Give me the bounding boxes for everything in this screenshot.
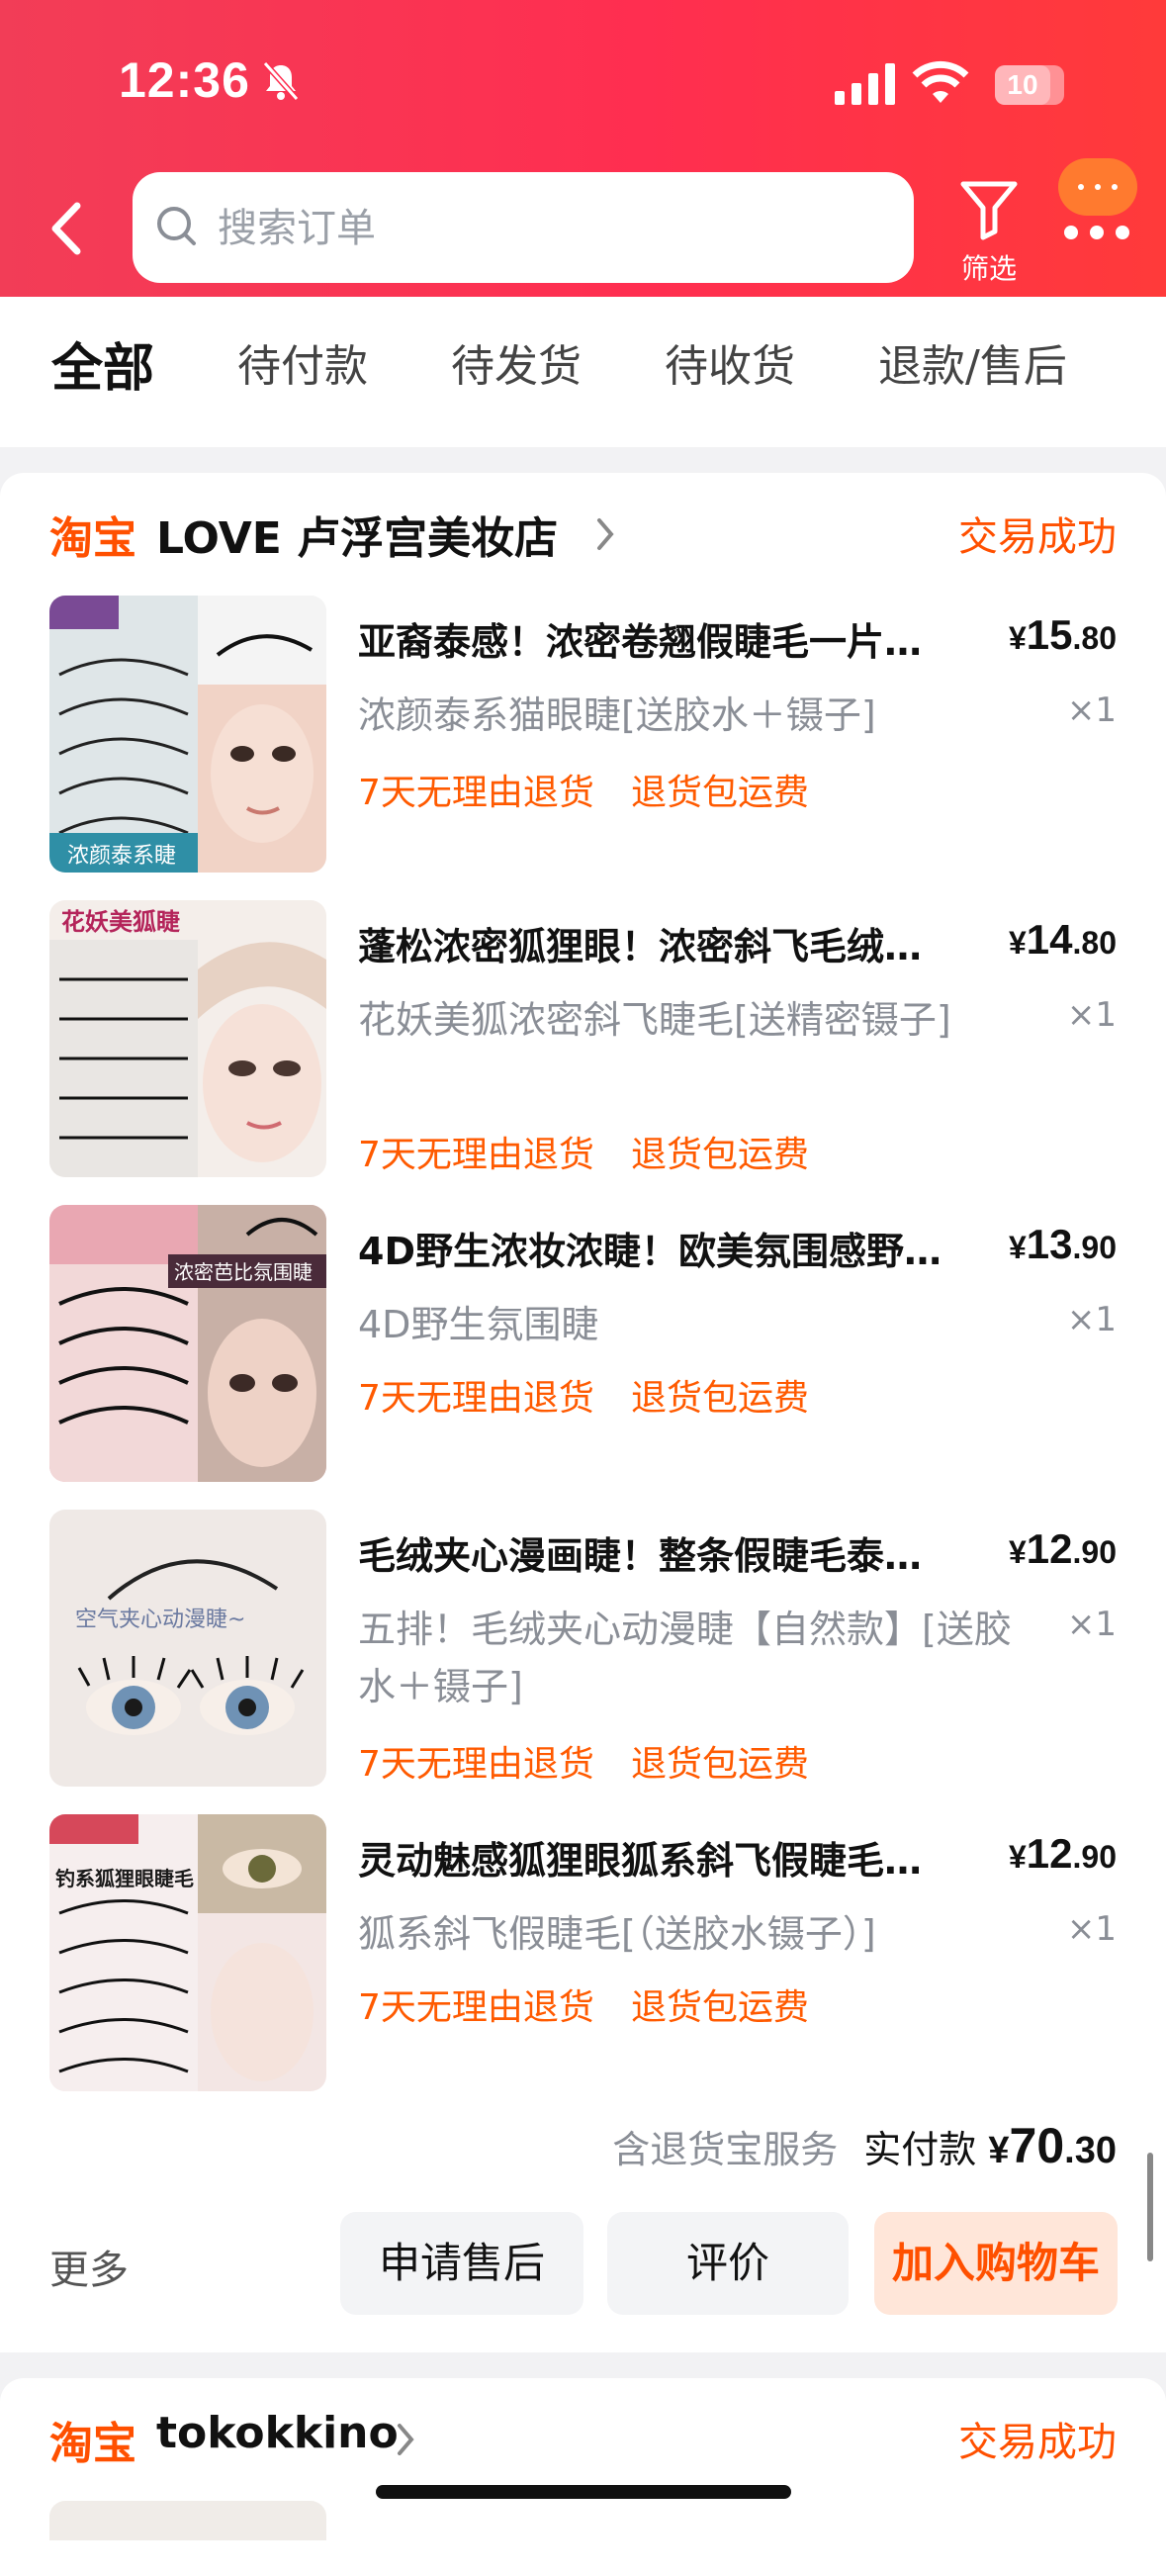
paid-label: 实付款 xyxy=(863,2128,977,2171)
more-actions-link[interactable]: 更多 xyxy=(49,2238,129,2295)
tag-7day-return: 7天无理由退货 xyxy=(358,1744,594,1785)
product-thumbnail: 空气夹心动漫睫~ xyxy=(49,1510,326,1787)
thumb-caption: 花妖美狐睫 xyxy=(61,908,180,936)
product-title: 4D野生浓妆浓睫！欧美氛围感野… xyxy=(358,1230,942,1273)
total-amount: ¥70.30 xyxy=(988,2118,1117,2173)
tab-pending-payment[interactable]: 待付款 xyxy=(237,330,368,394)
thumb-caption: 浓密芭比氛围睫 xyxy=(174,1260,313,1284)
tag-free-return-shipping: 退货包运费 xyxy=(631,1135,810,1175)
product-thumbnail xyxy=(49,2501,326,2540)
tab-all[interactable]: 全部 xyxy=(51,326,154,401)
add-to-cart-button[interactable]: 加入购物车 xyxy=(874,2212,1118,2315)
order-item[interactable]: 花妖美狐睫 蓬松浓密狐狸眼！浓密斜飞毛绒… ¥14.80 花妖美狐浓密斜飞睫毛[… xyxy=(0,900,1166,1187)
search-box[interactable] xyxy=(133,172,914,283)
back-arrow-icon[interactable] xyxy=(40,194,99,263)
product-qty: ×1 xyxy=(1066,1909,1117,1949)
product-title: 亚裔泰感！浓密卷翘假睫毛一片… xyxy=(358,620,923,664)
order-item[interactable]: 浓密芭比氛围睫 4D野生浓妆浓睫！欧美氛围感野… ¥13.90 4D野生氛围睫 … xyxy=(0,1205,1166,1492)
product-title: 毛绒夹心漫画睫！整条假睫毛泰… xyxy=(358,1534,923,1578)
header-bar: 12:36 10 筛选 xyxy=(0,0,1166,297)
order-card: 淘宝 LOVE 卢浮宫美妆店 交易成功 浓颜泰系睫 亚裔泰感！浓密卷翘假睫毛一片… xyxy=(0,473,1166,2352)
product-spec: 五排！毛绒夹心动漫睫【自然款】[送胶水＋镊子] xyxy=(358,1608,1012,1708)
product-spec: 花妖美狐浓密斜飞睫毛[送精密镊子] xyxy=(358,998,951,1042)
order-total: 含退货宝服务 实付款 ¥70.30 xyxy=(612,2117,1117,2174)
order-item[interactable]: 钓系狐狸眼睫毛 灵动魅感狐狸眼狐系斜飞假睫毛… ¥12.90 狐系斜飞假睫毛[（… xyxy=(0,1814,1166,2101)
filter-label: 筛选 xyxy=(960,252,1017,285)
order-tabs: 全部 待付款 待发货 待收货 退款/售后 xyxy=(0,297,1166,447)
tag-free-return-shipping: 退货包运费 xyxy=(631,773,810,813)
product-title: 灵动魅感狐狸眼狐系斜飞假睫毛… xyxy=(358,1839,923,1883)
tag-free-return-shipping: 退货包运费 xyxy=(631,1378,810,1419)
tab-pending-shipment[interactable]: 待发货 xyxy=(451,330,582,394)
after-sale-button[interactable]: 申请售后 xyxy=(340,2212,583,2315)
tag-7day-return: 7天无理由退货 xyxy=(358,1378,594,1419)
product-thumbnail: 花妖美狐睫 xyxy=(49,900,326,1177)
tag-7day-return: 7天无理由退货 xyxy=(358,1987,594,2028)
product-price: ¥13.90 xyxy=(1009,1221,1117,1267)
product-price: ¥12.90 xyxy=(1009,1525,1117,1572)
wifi-icon xyxy=(912,60,969,103)
product-qty: ×1 xyxy=(1066,995,1117,1035)
order-status: 交易成功 xyxy=(958,514,1117,560)
product-price: ¥15.80 xyxy=(1009,611,1117,658)
order-status: 交易成功 xyxy=(958,2420,1117,2465)
product-spec: 4D野生氛围睫 xyxy=(358,1303,599,1346)
filter-button[interactable]: 筛选 xyxy=(949,178,1029,287)
refund-service-label: 含退货宝服务 xyxy=(612,2128,839,2171)
shop-name[interactable]: tokokkino xyxy=(156,2408,399,2458)
thumb-caption: 空气夹心动漫睫~ xyxy=(75,1608,245,1632)
review-button[interactable]: 评价 xyxy=(607,2212,849,2315)
chevron-right-icon[interactable] xyxy=(394,2420,417,2459)
battery-indicator: 10 xyxy=(995,65,1064,105)
product-thumbnail: 浓颜泰系睫 xyxy=(49,596,326,873)
thumb-caption: 钓系狐狸眼睫毛 xyxy=(55,1867,194,1890)
chevron-right-icon[interactable] xyxy=(593,514,617,554)
more-menu-button[interactable] xyxy=(1054,158,1139,249)
search-icon xyxy=(157,207,196,245)
product-qty: ×1 xyxy=(1066,690,1117,730)
product-price: ¥12.90 xyxy=(1009,1830,1117,1877)
thumb-caption: 浓颜泰系睫 xyxy=(67,844,176,869)
search-input[interactable] xyxy=(216,192,892,265)
product-spec: 浓颜泰系猫眼睫[送胶水＋镊子] xyxy=(358,693,876,737)
product-qty: ×1 xyxy=(1066,1300,1117,1339)
tag-free-return-shipping: 退货包运费 xyxy=(631,1987,810,2028)
tag-7day-return: 7天无理由退货 xyxy=(358,773,594,813)
battery-level: 10 xyxy=(995,65,1050,105)
cellular-signal-icon xyxy=(835,63,895,105)
taobao-logo: 淘宝 xyxy=(49,513,136,564)
order-item[interactable]: 浓颜泰系睫 亚裔泰感！浓密卷翘假睫毛一片… ¥15.80 浓颜泰系猫眼睫[送胶水… xyxy=(0,596,1166,882)
tab-refund-after-sale[interactable]: 退款/售后 xyxy=(878,330,1067,394)
scrollbar[interactable] xyxy=(1147,2153,1153,2261)
order-item[interactable]: 空气夹心动漫睫~ 毛绒夹心漫画睫！整条假睫毛泰… ¥12.90 五排！毛绒夹心动… xyxy=(0,1510,1166,1796)
shop-name[interactable]: LOVE 卢浮宫美妆店 xyxy=(156,503,558,566)
tab-pending-receipt[interactable]: 待收货 xyxy=(665,330,795,394)
product-spec: 狐系斜飞假睫毛[（送胶水镊子）] xyxy=(358,1912,876,1956)
product-title: 蓬松浓密狐狸眼！浓密斜飞毛绒… xyxy=(358,925,923,968)
status-time: 12:36 xyxy=(119,52,250,108)
taobao-logo: 淘宝 xyxy=(49,2419,136,2469)
home-indicator xyxy=(376,2485,791,2499)
product-qty: ×1 xyxy=(1066,1605,1117,1644)
product-thumbnail: 钓系狐狸眼睫毛 xyxy=(49,1814,326,2091)
product-price: ¥14.80 xyxy=(1009,916,1117,963)
message-bubble-icon xyxy=(1058,158,1137,216)
bell-muted-icon xyxy=(262,61,300,101)
product-thumbnail: 浓密芭比氛围睫 xyxy=(49,1205,326,1482)
order-card: 淘宝 tokokkino 交易成功 xyxy=(0,2378,1166,2576)
tag-7day-return: 7天无理由退货 xyxy=(358,1135,594,1175)
tag-free-return-shipping: 退货包运费 xyxy=(631,1744,810,1785)
funnel-icon xyxy=(960,181,1018,240)
